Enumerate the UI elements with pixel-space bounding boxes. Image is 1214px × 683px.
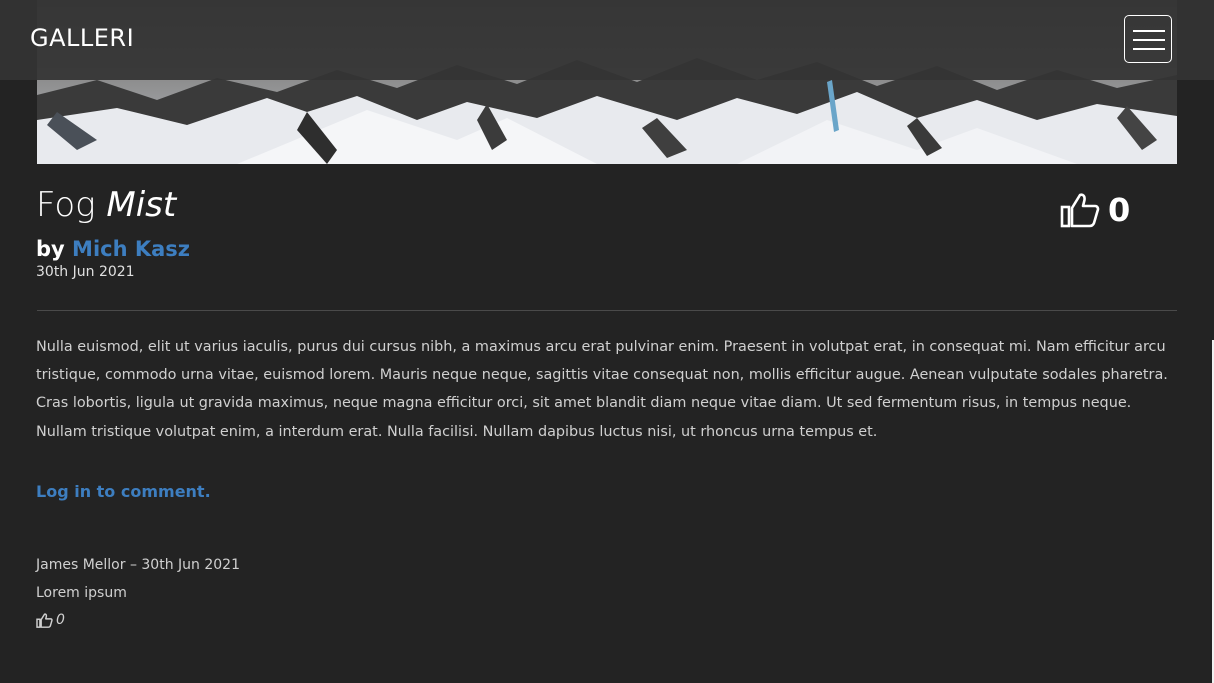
- brand-link[interactable]: GALLERI: [30, 24, 134, 52]
- hamburger-icon-bar: [1133, 48, 1165, 50]
- comment-meta: James Mellor – 30th Jun 2021: [36, 557, 240, 573]
- divider: [37, 310, 1177, 311]
- hamburger-icon-bar: [1133, 39, 1165, 41]
- photo-date: 30th Jun 2021: [36, 264, 135, 280]
- comment-body: Lorem ipsum: [36, 585, 127, 601]
- hamburger-icon: [1133, 30, 1165, 32]
- photo-title: Fog Mist: [36, 184, 176, 226]
- photo-byline: by Mich Kasz: [36, 235, 190, 263]
- photo-title-emphasis: Mist: [106, 185, 177, 225]
- photo-detail-page: GALLERI Fog Mist by Mich Kasz 30th Jun 2…: [0, 0, 1214, 683]
- thumbs-up-icon: [1060, 193, 1100, 228]
- comment-like-button[interactable]: 0: [36, 612, 65, 628]
- photo-like-count: 0: [1108, 191, 1131, 229]
- menu-toggle-button[interactable]: [1124, 15, 1172, 63]
- login-to-comment-link[interactable]: Log in to comment.: [36, 482, 211, 501]
- author-link[interactable]: Mich Kasz: [72, 237, 190, 261]
- photo-like-button[interactable]: 0: [1060, 190, 1130, 230]
- thumbs-up-icon: [36, 612, 53, 628]
- photo-description: Nulla euismod, elit ut varius iaculis, p…: [36, 339, 1168, 440]
- by-label: by: [36, 237, 65, 261]
- photo-title-main: Fog: [36, 185, 96, 225]
- comment-like-count: 0: [56, 612, 65, 628]
- navbar: GALLERI: [0, 0, 1214, 80]
